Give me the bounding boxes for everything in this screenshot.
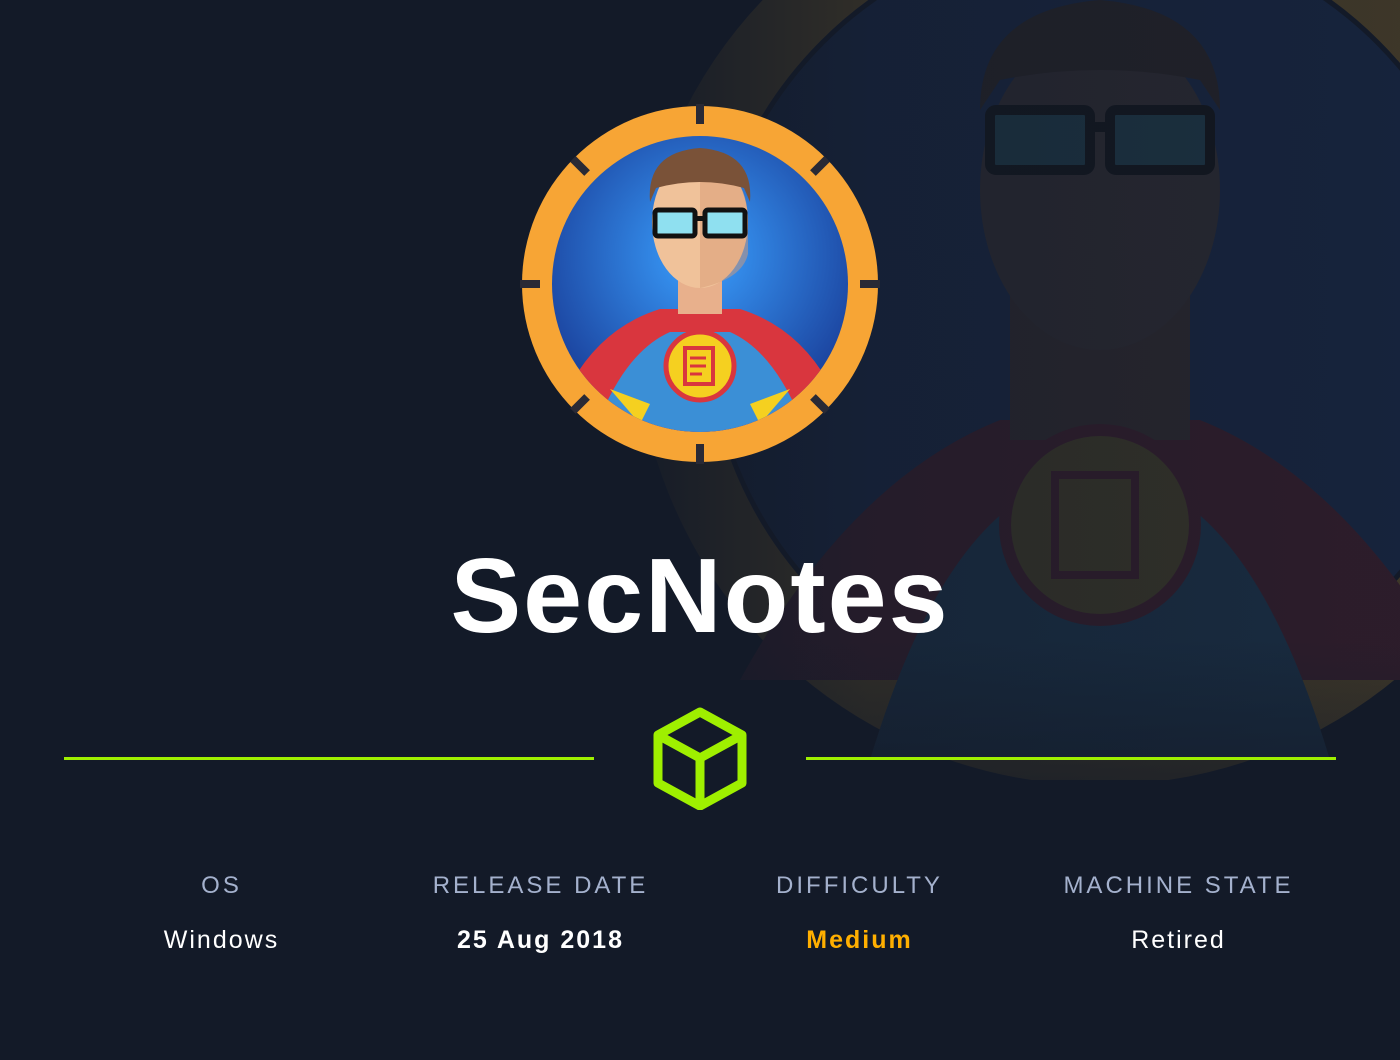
background-fade-bottom (0, 640, 1400, 1060)
cube-icon (652, 706, 748, 810)
stat-value-machine-state: Retired (1131, 926, 1226, 954)
stat-label: MACHINE STATE (1063, 872, 1294, 899)
stat-value-os: Windows (163, 926, 280, 954)
stat-value-difficulty: Medium (806, 926, 913, 954)
stat-machine-state: MACHINE STATE Retired (1019, 870, 1338, 956)
stat-label: RELEASE DATE (432, 872, 649, 899)
stat-value-release-date: 25 Aug 2018 (457, 926, 624, 954)
stat-release-date: RELEASE DATE 25 Aug 2018 (381, 870, 700, 956)
machine-avatar (520, 104, 880, 464)
machine-name: SecNotes (450, 537, 950, 655)
stat-label: DIFFICULTY (776, 872, 943, 899)
machine-card: SecNotes OS Windows RELEASE DATE 25 Aug … (0, 0, 1400, 1060)
divider-right (806, 757, 1336, 760)
stat-difficulty: DIFFICULTY Medium (700, 870, 1019, 956)
stat-label: OS (201, 872, 242, 899)
machine-stats: OS Windows RELEASE DATE 25 Aug 2018 DIFF… (62, 870, 1338, 956)
divider-left (64, 757, 594, 760)
stat-os: OS Windows (62, 870, 381, 956)
